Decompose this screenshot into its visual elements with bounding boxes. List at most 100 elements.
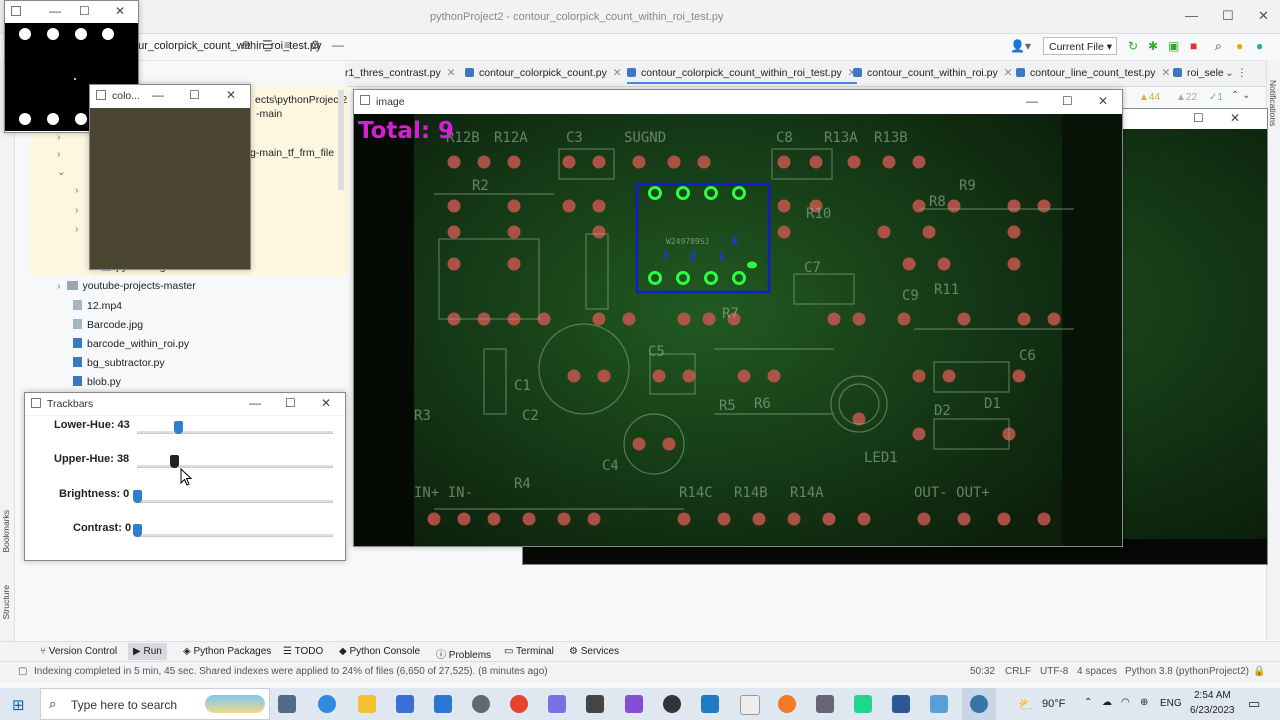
minimize-icon[interactable]: — bbox=[152, 88, 164, 102]
chevron-right-icon[interactable]: › bbox=[57, 148, 61, 160]
tab-list-icon[interactable]: ⌄ ⋮ bbox=[1225, 67, 1247, 79]
mail-icon[interactable] bbox=[434, 695, 452, 713]
close-icon[interactable]: ✕ bbox=[226, 88, 236, 102]
chrome-icon[interactable] bbox=[510, 695, 528, 713]
version-control-tab[interactable]: ⑂ Version Control bbox=[40, 646, 117, 657]
maximize-icon[interactable]: ☐ bbox=[1193, 111, 1204, 125]
maximize-icon[interactable]: ☐ bbox=[1062, 94, 1073, 108]
file-explorer-icon[interactable] bbox=[358, 695, 376, 713]
maximize-icon[interactable]: ☐ bbox=[79, 4, 90, 18]
caret-position[interactable]: 50:32 bbox=[970, 666, 995, 677]
python-interpreter[interactable]: Python 3.8 (pythonProject2) bbox=[1125, 666, 1249, 677]
line-separator[interactable]: CRLF bbox=[1005, 666, 1031, 677]
todo-tab[interactable]: ☰ TODO bbox=[283, 646, 323, 657]
upper-hue-track[interactable] bbox=[137, 465, 333, 468]
maximize-icon[interactable]: ☐ bbox=[1222, 8, 1234, 24]
plugin-icon[interactable]: ● bbox=[1256, 39, 1263, 53]
image-window[interactable]: image — ☐ ✕ R12B R12A C3 SUGND C8 R13A R… bbox=[353, 89, 1123, 547]
notifications-tab[interactable]: Notifications bbox=[1268, 80, 1278, 126]
file-encoding[interactable]: UTF-8 bbox=[1040, 666, 1068, 677]
python-icon[interactable] bbox=[970, 695, 988, 713]
windows-start-icon[interactable]: ⊞ bbox=[12, 696, 25, 714]
coverage-icon[interactable]: ▣ bbox=[1168, 39, 1179, 53]
upper-hue-slider[interactable] bbox=[169, 455, 179, 468]
task-view-icon[interactable] bbox=[278, 695, 296, 713]
terminal-tab[interactable]: ▭ Terminal bbox=[504, 646, 554, 657]
status-square-icon[interactable]: ▢ bbox=[18, 666, 27, 677]
ocr-app-icon[interactable] bbox=[586, 695, 604, 713]
weather-temp[interactable]: 90°F bbox=[1042, 698, 1065, 710]
tree-item-file[interactable]: blob.py bbox=[73, 376, 121, 388]
onedrive-icon[interactable]: ☁ bbox=[1102, 697, 1112, 708]
tree-item-folder[interactable]: › youtube-projects-master bbox=[57, 280, 196, 292]
penguin-app-icon[interactable] bbox=[740, 695, 760, 715]
chevron-up-icon[interactable]: ⌃ bbox=[1084, 697, 1092, 708]
search-icon[interactable]: ⌕ bbox=[1215, 39, 1222, 54]
obs-icon[interactable] bbox=[663, 695, 681, 713]
tree-item-file[interactable]: 12.mp4 bbox=[73, 300, 122, 312]
app-icon[interactable] bbox=[548, 695, 566, 713]
settings-icon[interactable] bbox=[472, 695, 490, 713]
run-config-select[interactable]: Current File ▾ bbox=[1043, 37, 1117, 55]
stop-icon[interactable]: ■ bbox=[1190, 39, 1197, 53]
close-icon[interactable]: ✕ bbox=[115, 4, 125, 18]
tree-row-partial[interactable]: -main bbox=[256, 108, 282, 120]
target-icon[interactable]: ⊕ bbox=[241, 38, 251, 52]
rerun-icon[interactable]: ↻ bbox=[1128, 39, 1138, 53]
close-icon[interactable]: ✕ bbox=[321, 396, 331, 410]
close-icon[interactable]: ✕ bbox=[1098, 94, 1108, 108]
expand-all-icon[interactable]: ☰ bbox=[262, 38, 273, 52]
clock-date[interactable]: 6/23/2023 bbox=[1190, 705, 1235, 716]
structure-tab[interactable]: Structure bbox=[1, 585, 11, 620]
chevron-right-icon[interactable]: › bbox=[75, 223, 79, 235]
image-window-titlebar[interactable]: image — ☐ ✕ bbox=[354, 90, 1122, 114]
tree-item-file[interactable]: bg_subtractor.py bbox=[73, 357, 165, 369]
tab-contour-colorpick-count-within-roi-test[interactable]: contour_colorpick_count_within_roi_test.… bbox=[627, 67, 857, 84]
chevron-right-icon[interactable]: › bbox=[75, 184, 79, 196]
notification-icon[interactable]: ▭ bbox=[1248, 696, 1260, 712]
weather-icon[interactable]: ⛅ bbox=[1018, 697, 1034, 713]
minimize-icon[interactable]: — bbox=[49, 4, 61, 18]
brightness-slider[interactable] bbox=[133, 490, 142, 503]
run-tab[interactable]: ▶ Run bbox=[128, 643, 167, 660]
close-icon[interactable]: ✕ bbox=[1258, 8, 1269, 24]
maximize-icon[interactable]: ☐ bbox=[189, 88, 200, 102]
wifi-icon[interactable]: ◠ bbox=[1121, 697, 1130, 708]
contrast-track[interactable] bbox=[137, 534, 333, 537]
python-packages-tab[interactable]: ◈ Python Packages bbox=[183, 646, 271, 657]
close-icon[interactable]: ✕ bbox=[1230, 111, 1240, 125]
firefox-icon[interactable] bbox=[778, 695, 796, 713]
python-console-tab[interactable]: ◆ Python Console bbox=[339, 646, 420, 657]
chevron-right-icon[interactable]: › bbox=[75, 204, 79, 216]
services-tab[interactable]: ⚙ Services bbox=[569, 646, 619, 657]
lower-hue-slider[interactable] bbox=[174, 421, 184, 434]
tree-item-file[interactable]: Barcode.jpg bbox=[73, 319, 143, 331]
lock-icon[interactable]: 🔒 bbox=[1253, 666, 1265, 677]
color-window[interactable]: colo... — ☐ ✕ bbox=[89, 84, 251, 270]
tab-thres-contrast[interactable]: r1_thres_contrast.py ✕ bbox=[345, 67, 456, 79]
color-window-titlebar[interactable]: colo... — ☐ ✕ bbox=[90, 85, 250, 107]
document-app-icon[interactable] bbox=[930, 695, 948, 713]
tab-contour-colorpick-count[interactable]: contour_colorpick_count.py ✕ bbox=[465, 67, 622, 79]
minimize-icon[interactable]: — bbox=[249, 396, 261, 410]
clock-time[interactable]: 2:54 AM bbox=[1194, 690, 1231, 701]
breadcrumb-file[interactable]: our_colorpick_count_within_roi_test.py bbox=[132, 40, 322, 52]
problems-tab[interactable]: ⓘ Problems bbox=[436, 646, 491, 661]
tab-contour-line-count-test[interactable]: contour_line_count_test.py ✕ bbox=[1016, 67, 1170, 79]
settings-icon[interactable]: ⚙ bbox=[310, 38, 321, 52]
globe-icon[interactable]: ⊕ bbox=[1140, 697, 1148, 708]
hide-icon[interactable]: — bbox=[332, 38, 344, 52]
tree-scrollbar[interactable] bbox=[338, 90, 344, 190]
remote-desktop-icon[interactable] bbox=[701, 695, 719, 713]
camera-icon[interactable] bbox=[816, 695, 834, 713]
collapse-all-icon[interactable]: ≡ bbox=[284, 38, 291, 52]
tree-row-partial[interactable]: g-main_tf_frm_file bbox=[250, 147, 334, 159]
update-icon[interactable]: ● bbox=[1236, 39, 1243, 53]
visual-studio-icon[interactable] bbox=[625, 695, 643, 713]
contrast-slider[interactable] bbox=[133, 524, 142, 537]
indent-setting[interactable]: 4 spaces bbox=[1077, 666, 1117, 677]
tree-item-file[interactable]: barcode_within_roi.py bbox=[73, 338, 189, 350]
user-icon[interactable]: 👤▾ bbox=[1010, 39, 1031, 53]
tab-roi-sele[interactable]: roi_sele bbox=[1173, 67, 1224, 79]
store-icon[interactable] bbox=[396, 695, 414, 713]
